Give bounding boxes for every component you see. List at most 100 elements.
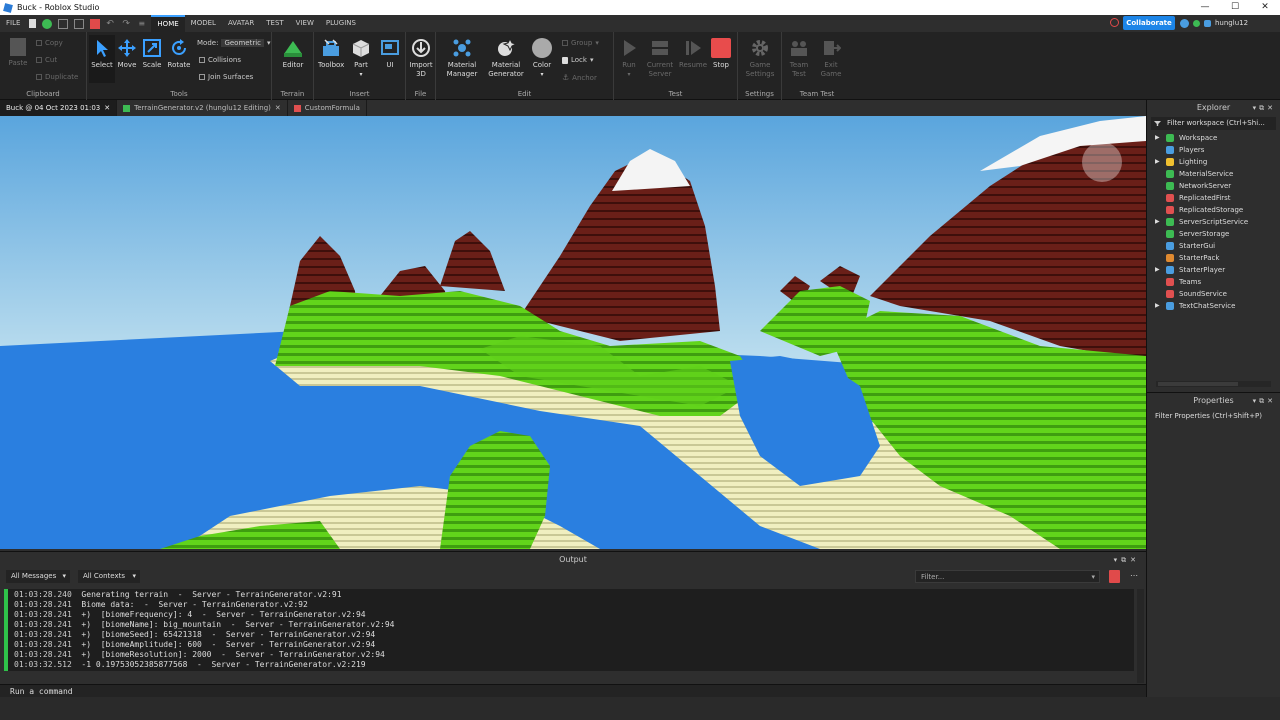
expand-arrow-icon[interactable]: ▶ bbox=[1155, 216, 1160, 228]
output-scrollbar[interactable] bbox=[1137, 589, 1144, 683]
explorer-item-lighting[interactable]: ▶ Lighting bbox=[1147, 156, 1280, 168]
tab-test[interactable]: TEST bbox=[260, 15, 289, 32]
expand-arrow-icon[interactable]: ▶ bbox=[1155, 264, 1160, 276]
doc-tab-custom-formula[interactable]: CustomFormula bbox=[288, 100, 367, 116]
save-icon[interactable] bbox=[58, 18, 69, 29]
share-icon[interactable] bbox=[1193, 19, 1200, 27]
duplicate-button[interactable]: Duplicate bbox=[36, 73, 78, 81]
collaborate-button[interactable]: Collaborate bbox=[1123, 16, 1175, 30]
stop-quick-icon[interactable] bbox=[90, 18, 101, 29]
new-file-icon[interactable] bbox=[29, 19, 37, 28]
select-button[interactable]: Select bbox=[89, 35, 115, 83]
explorer-item-networkserver[interactable]: NetworkServer bbox=[1147, 180, 1280, 192]
doc-tab-buck[interactable]: Buck @ 04 Oct 2023 01:03 ✕ bbox=[0, 100, 118, 116]
cut-button[interactable]: Cut bbox=[36, 56, 57, 64]
output-panel-controls[interactable]: ▾⧉✕ bbox=[1114, 552, 1140, 568]
all-messages-dropdown[interactable]: All Messages ▾ bbox=[6, 570, 70, 583]
ui-button[interactable]: UI bbox=[377, 38, 403, 70]
resume-button[interactable]: Resume bbox=[678, 38, 708, 70]
account-icon[interactable] bbox=[1204, 19, 1211, 27]
explorer-item-startergui[interactable]: StarterGui bbox=[1147, 240, 1280, 252]
explorer-item-replicatedfirst[interactable]: ReplicatedFirst bbox=[1147, 192, 1280, 204]
material-manager-button[interactable]: Material Manager bbox=[444, 38, 480, 79]
anchor-button[interactable]: ⚓ Anchor bbox=[562, 73, 597, 82]
material-generator-button[interactable]: Material Generator bbox=[488, 38, 524, 79]
expand-arrow-icon[interactable]: ▶ bbox=[1155, 300, 1160, 312]
color-button[interactable]: Color ▾ bbox=[529, 38, 555, 79]
close-tab-icon[interactable]: ✕ bbox=[275, 100, 281, 116]
scrollbar-thumb[interactable] bbox=[1158, 382, 1238, 386]
info-icon[interactable] bbox=[1180, 18, 1189, 28]
explorer-item-starterplayer[interactable]: ▶ StarterPlayer bbox=[1147, 264, 1280, 276]
explorer-filter-input[interactable]: Filter workspace (Ctrl+Shi... bbox=[1151, 117, 1276, 130]
team-test-button[interactable]: Team Test bbox=[786, 38, 812, 79]
part-button[interactable]: Part ▾ bbox=[348, 38, 374, 79]
redo-icon[interactable]: ↷ bbox=[122, 19, 132, 29]
copy-button[interactable]: Copy bbox=[36, 39, 63, 47]
explorer-item-soundservice[interactable]: SoundService bbox=[1147, 288, 1280, 300]
scale-button[interactable]: Scale bbox=[139, 38, 165, 70]
exit-game-button[interactable]: Exit Game bbox=[818, 38, 844, 79]
game-settings-button[interactable]: Game Settings bbox=[745, 38, 775, 79]
menu-file[interactable]: FILE bbox=[0, 15, 26, 32]
publish-icon[interactable] bbox=[74, 18, 85, 29]
customize-icon[interactable]: ≡ bbox=[138, 19, 148, 29]
explorer-item-serverscriptservice[interactable]: ▶ ServerScriptService bbox=[1147, 216, 1280, 228]
join-surfaces-checkbox[interactable] bbox=[199, 74, 205, 80]
explorer-item-materialservice[interactable]: MaterialService bbox=[1147, 168, 1280, 180]
toolbox-button[interactable]: Toolbox bbox=[318, 38, 344, 70]
group-button[interactable]: Group ▾ bbox=[562, 39, 599, 47]
explorer-item-replicatedstorage[interactable]: ReplicatedStorage bbox=[1147, 204, 1280, 216]
run-quick-icon[interactable] bbox=[42, 18, 53, 29]
paste-button[interactable]: Paste bbox=[5, 38, 31, 68]
explorer-item-serverstorage[interactable]: ServerStorage bbox=[1147, 228, 1280, 240]
explorer-item-workspace[interactable]: ▶ Workspace bbox=[1147, 132, 1280, 144]
lock-button[interactable]: Lock ▾ bbox=[562, 56, 593, 64]
mode-dropdown[interactable]: Geometric bbox=[221, 39, 264, 47]
properties-filter-input[interactable]: Filter Properties (Ctrl+Shift+P) bbox=[1151, 410, 1276, 423]
explorer-tree: ▶ Workspace Players ▶ Lighting MaterialServic… bbox=[1147, 132, 1280, 312]
properties-panel-controls[interactable]: ▾⧉✕ bbox=[1253, 393, 1276, 409]
maximize-button[interactable]: ☐ bbox=[1220, 0, 1250, 15]
tab-view[interactable]: VIEW bbox=[290, 15, 320, 32]
minimize-button[interactable]: — bbox=[1190, 0, 1220, 15]
mode-selector[interactable]: Mode: Geometric ▾ bbox=[197, 39, 271, 47]
clear-output-icon[interactable] bbox=[1109, 570, 1120, 583]
tab-model[interactable]: MODEL bbox=[185, 15, 222, 32]
import-3d-button[interactable]: Import 3D bbox=[408, 38, 434, 79]
color-chevron-icon[interactable]: ▾ bbox=[540, 71, 543, 78]
terrain-editor-button[interactable]: Editor bbox=[280, 38, 306, 70]
explorer-panel-controls[interactable]: ▾⧉✕ bbox=[1253, 100, 1276, 116]
tab-avatar[interactable]: AVATAR bbox=[222, 15, 260, 32]
explorer-item-starterpack[interactable]: StarterPack bbox=[1147, 252, 1280, 264]
undo-icon[interactable]: ↶ bbox=[106, 19, 116, 29]
explorer-item-players[interactable]: Players bbox=[1147, 144, 1280, 156]
all-contexts-dropdown[interactable]: All Contexts ▾ bbox=[78, 570, 140, 583]
output-filter-input[interactable]: Filter... ▾ bbox=[915, 570, 1100, 583]
collisions-toggle[interactable]: Collisions bbox=[199, 56, 241, 64]
current-server-button[interactable]: Current Server bbox=[645, 38, 675, 79]
join-surfaces-toggle[interactable]: Join Surfaces bbox=[199, 73, 253, 81]
stop-button[interactable]: Stop bbox=[708, 38, 734, 70]
doc-tab-terrain-generator[interactable]: TerrainGenerator.v2 (hunglu12 Editing) ✕ bbox=[117, 100, 288, 116]
part-chevron-icon[interactable]: ▾ bbox=[359, 71, 362, 78]
command-bar[interactable]: Run a command bbox=[0, 684, 1146, 697]
user-name[interactable]: hunglu12 bbox=[1215, 19, 1248, 27]
more-options-icon[interactable]: ⋯ bbox=[1130, 571, 1138, 580]
move-button[interactable]: Move bbox=[114, 38, 140, 70]
3d-viewport[interactable] bbox=[0, 116, 1146, 549]
rotate-button[interactable]: Rotate bbox=[166, 38, 192, 70]
notification-icon[interactable] bbox=[1110, 18, 1119, 27]
close-button[interactable]: ✕ bbox=[1250, 0, 1280, 15]
close-tab-icon[interactable]: ✕ bbox=[104, 100, 110, 116]
tab-plugins[interactable]: PLUGINS bbox=[320, 15, 362, 32]
explorer-scrollbar[interactable] bbox=[1156, 381, 1271, 387]
collisions-checkbox[interactable] bbox=[199, 57, 205, 63]
expand-arrow-icon[interactable]: ▶ bbox=[1155, 156, 1160, 168]
run-button[interactable]: Run ▾ bbox=[616, 38, 642, 79]
tab-home[interactable]: HOME bbox=[151, 15, 185, 32]
log-line: 01:03:32.512 -1 0.19753052385877568 - Se… bbox=[14, 660, 366, 669]
explorer-item-teams[interactable]: Teams bbox=[1147, 276, 1280, 288]
expand-arrow-icon[interactable]: ▶ bbox=[1155, 132, 1160, 144]
explorer-item-textchatservice[interactable]: ▶ TextChatService bbox=[1147, 300, 1280, 312]
